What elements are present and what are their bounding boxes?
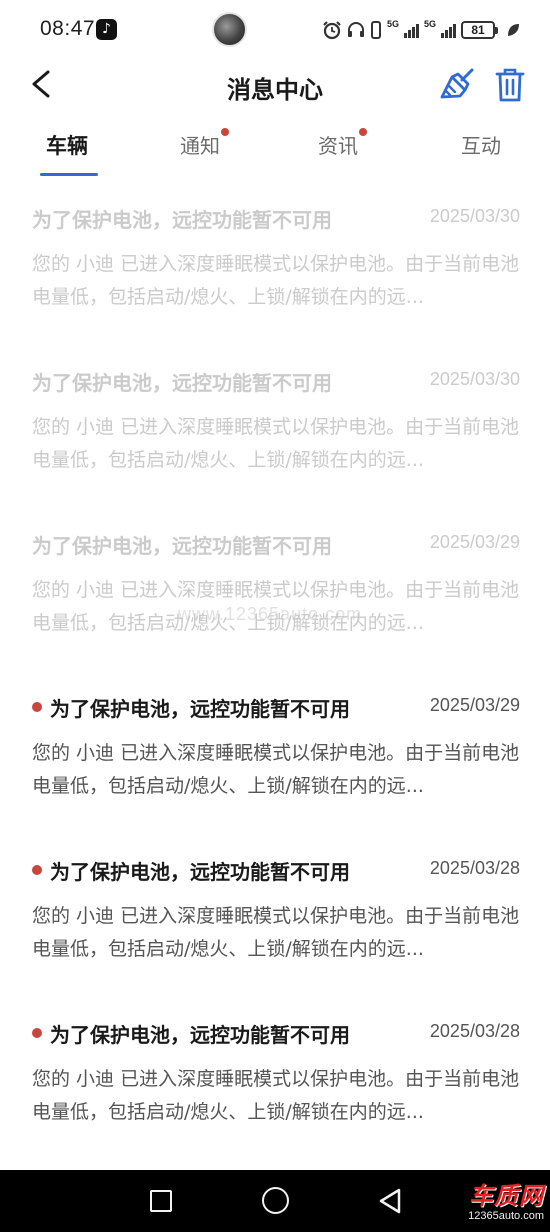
vibrate-icon bbox=[370, 21, 381, 39]
unread-badge bbox=[359, 128, 367, 136]
message-date: 2025/03/30 bbox=[429, 369, 520, 389]
tiktok-icon: ♪ bbox=[96, 19, 117, 40]
battery-level: 81 bbox=[471, 23, 485, 37]
tab-label: 互动 bbox=[461, 134, 501, 158]
tab-news[interactable]: 资讯 bbox=[318, 128, 367, 159]
network-type-1: 5G bbox=[386, 19, 399, 29]
recents-button[interactable] bbox=[150, 1190, 172, 1212]
message-item[interactable]: 为了保护电池，远控功能暂不可用 2025/03/30 您的 小迪 已进入深度睡眠… bbox=[0, 180, 550, 310]
alarm-icon bbox=[323, 21, 341, 40]
message-item[interactable]: 为了保护电池，远控功能暂不可用 2025/03/28 您的 小迪 已进入深度睡眠… bbox=[0, 832, 550, 962]
system-nav-bar: 车质网 12365auto.com bbox=[0, 1170, 550, 1232]
message-date: 2025/03/29 bbox=[429, 695, 520, 715]
back-triangle-icon[interactable] bbox=[377, 1187, 403, 1215]
brand-name: 车质网 bbox=[469, 1182, 544, 1210]
headphones-icon bbox=[347, 22, 364, 37]
battery-icon: 81 bbox=[461, 21, 498, 39]
tab-notifications[interactable]: 通知 bbox=[180, 128, 229, 159]
unread-dot bbox=[32, 865, 42, 875]
message-preview: 您的 小迪 已进入深度睡眠模式以保护电池。由于当前电池电量低，包括启动/熄火、上… bbox=[32, 416, 520, 471]
unread-dot bbox=[32, 702, 42, 712]
message-date: 2025/03/29 bbox=[429, 532, 520, 552]
tab-label: 通知 bbox=[180, 134, 220, 158]
watermark: www.12365auto.com bbox=[178, 604, 363, 624]
message-preview: 您的 小迪 已进入深度睡眠模式以保护电池。由于当前电池电量低，包括启动/熄火、上… bbox=[32, 742, 520, 797]
home-button[interactable] bbox=[262, 1187, 289, 1214]
status-icons: 5G 5G 81 bbox=[322, 18, 520, 42]
status-time: 08:47 bbox=[40, 17, 96, 40]
message-date: 2025/03/28 bbox=[429, 858, 520, 878]
app-header: 消息中心 bbox=[0, 60, 550, 110]
message-title: 为了保护电池，远控功能暂不可用 bbox=[32, 534, 332, 558]
brand-logo: 车质网 12365auto.com bbox=[452, 1174, 548, 1228]
message-date: 2025/03/30 bbox=[429, 206, 520, 226]
message-preview: 您的 小迪 已进入深度睡眠模式以保护电池。由于当前电池电量低，包括启动/熄火、上… bbox=[32, 253, 520, 308]
trash-icon[interactable] bbox=[494, 66, 526, 104]
tab-label: 资讯 bbox=[318, 134, 358, 158]
message-title: 为了保护电池，远控功能暂不可用 bbox=[32, 371, 332, 395]
tab-label: 车辆 bbox=[46, 134, 88, 158]
active-tab-indicator bbox=[40, 173, 98, 176]
message-title: 为了保护电池，远控功能暂不可用 bbox=[50, 860, 350, 884]
leaf-icon bbox=[508, 24, 519, 36]
unread-badge bbox=[221, 128, 229, 136]
signal-icon bbox=[403, 22, 419, 38]
message-title: 为了保护电池，远控功能暂不可用 bbox=[32, 208, 332, 232]
broom-icon[interactable] bbox=[438, 66, 476, 104]
message-item[interactable]: 为了保护电池，远控功能暂不可用 2025/03/30 您的 小迪 已进入深度睡眠… bbox=[0, 343, 550, 473]
signal-icon bbox=[441, 22, 456, 38]
message-preview: 您的 小迪 已进入深度睡眠模式以保护电池。由于当前电池电量低，包括启动/熄火、上… bbox=[32, 1068, 520, 1123]
status-bar: 08:47 ♪ 5G 5G 81 bbox=[0, 0, 550, 60]
message-item[interactable]: 为了保护电池，远控功能暂不可用 2025/03/29 您的 小迪 已进入深度睡眠… bbox=[0, 669, 550, 799]
floating-avatar[interactable] bbox=[212, 12, 247, 47]
tab-vehicle[interactable]: 车辆 bbox=[46, 130, 88, 160]
unread-dot bbox=[32, 1028, 42, 1038]
tab-interaction[interactable]: 互动 bbox=[461, 130, 501, 159]
message-date: 2025/03/28 bbox=[429, 1021, 520, 1041]
brand-url: 12365auto.com bbox=[468, 1210, 544, 1222]
tab-bar: 车辆 通知 资讯 互动 bbox=[0, 122, 550, 180]
message-preview: 您的 小迪 已进入深度睡眠模式以保护电池。由于当前电池电量低，包括启动/熄火、上… bbox=[32, 905, 520, 960]
message-item[interactable]: 为了保护电池，远控功能暂不可用 2025/03/28 您的 小迪 已进入深度睡眠… bbox=[0, 995, 550, 1125]
network-type-2: 5G bbox=[423, 19, 436, 29]
message-title: 为了保护电池，远控功能暂不可用 bbox=[50, 697, 350, 721]
message-title: 为了保护电池，远控功能暂不可用 bbox=[50, 1023, 350, 1047]
